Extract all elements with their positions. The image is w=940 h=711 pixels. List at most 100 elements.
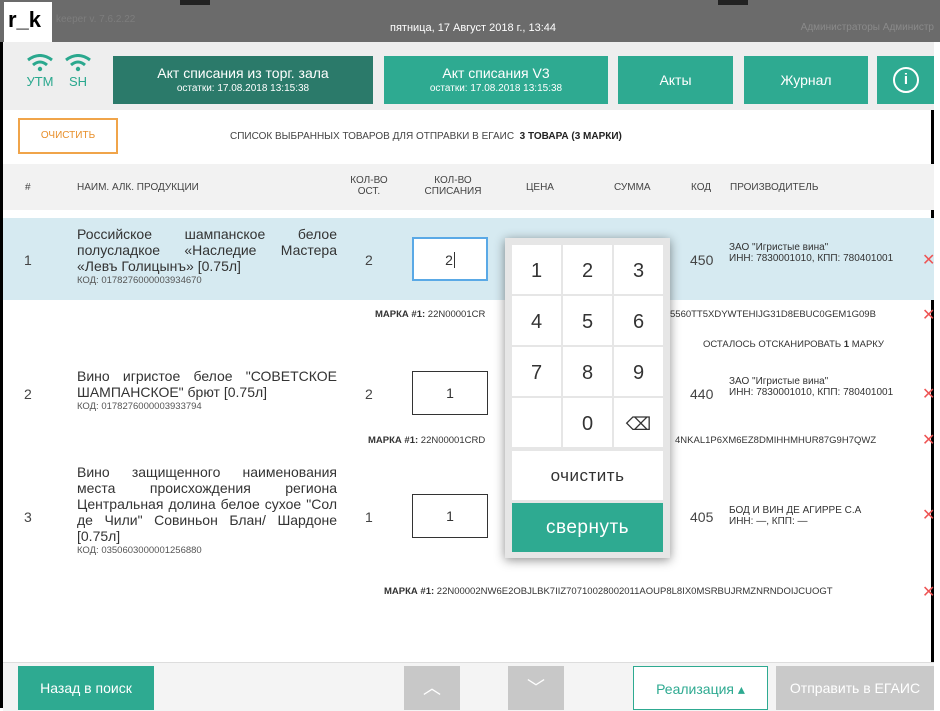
back-to-search-button[interactable]: Назад в поиск	[18, 666, 154, 710]
list-caption: СПИСОК ВЫБРАННЫХ ТОВАРОВ ДЛЯ ОТПРАВКИ В …	[230, 131, 622, 142]
qty-input[interactable]: 1	[412, 371, 488, 415]
nav-act-v3-button[interactable]: Акт списания V3 остатки: 17.08.2018 13:1…	[384, 56, 608, 104]
row-rest: 2	[365, 252, 373, 268]
nav-act-hall-sub: остатки: 17.08.2018 13:15:38	[176, 83, 310, 94]
row-product: Вино защищенного наименования места прои…	[77, 464, 337, 556]
row-producer: ЗАО "Игристые вина" ИНН: 7830001010, КПП…	[729, 242, 919, 264]
key-3[interactable]: 3	[614, 245, 663, 294]
row-product: Российское шампанское белое полусладкое …	[77, 226, 337, 286]
remove-mark-icon[interactable]: ✕	[922, 305, 935, 325]
nav-journal-button[interactable]: Журнал	[744, 56, 868, 104]
producer-name: ЗАО "Игристые вина"	[729, 376, 829, 387]
nav-acts-button[interactable]: Акты	[618, 56, 733, 104]
col-rest: КОЛ-ВО ОСТ.	[344, 175, 394, 197]
row-producer: БОД И ВИН ДЕ АГИРРЕ С.А ИНН: —, КПП: —	[729, 505, 919, 527]
key-blank	[512, 398, 561, 447]
table-header: # НАИМ. АЛК. ПРОДУКЦИИ КОЛ-ВО ОСТ. КОЛ-В…	[3, 164, 934, 210]
nav-act-hall-button[interactable]: Акт списания из торг. зала остатки: 17.0…	[113, 56, 373, 104]
row-num: 3	[24, 509, 32, 525]
key-6[interactable]: 6	[614, 296, 663, 345]
row-num: 2	[24, 386, 32, 402]
nav-acts-label: Акты	[659, 72, 692, 88]
mark-code-end: 4NKAL1P6XM6EZ8DMIHHMHUR87G9H7QWZ	[675, 435, 877, 446]
app-logo: r_k	[4, 2, 52, 42]
key-1[interactable]: 1	[512, 245, 561, 294]
remove-mark-icon[interactable]: ✕	[922, 582, 935, 602]
remove-row-icon[interactable]: ✕	[922, 384, 935, 404]
row-producer: ЗАО "Игристые вина" ИНН: 7830001010, КПП…	[729, 376, 919, 398]
datetime: пятница, 17 Август 2018 г., 13:44	[390, 22, 557, 34]
nav-act-v3-sub: остатки: 17.08.2018 13:15:38	[429, 83, 563, 94]
key-2[interactable]: 2	[563, 245, 612, 294]
remaining-pre: ОСТАЛОСЬ ОТСКАНИРОВАТЬ	[703, 339, 842, 350]
mark-code-start: 22N00001CRD	[420, 435, 486, 446]
clear-list-button[interactable]: ОЧИСТИТЬ	[18, 118, 118, 154]
remove-row-icon[interactable]: ✕	[922, 505, 935, 525]
col-writeoff-line2: СПИСАНИЯ	[424, 186, 482, 197]
product-name: Вино игристое белое "СОВЕТСКОЕ ШАМПАНСКО…	[77, 368, 337, 400]
producer-name: БОД И ВИН ДЕ АГИРРЕ С.А	[729, 505, 862, 516]
utm-status[interactable]: УТМ	[22, 54, 58, 89]
remove-row-icon[interactable]: ✕	[922, 250, 935, 270]
key-0[interactable]: 0	[563, 398, 612, 447]
nav-act-hall-title: Акт списания из торг. зала	[157, 65, 329, 81]
app-version: keeper v. 7.6.2.22	[56, 14, 136, 25]
backspace-icon[interactable]: ⌫	[614, 398, 663, 447]
qty-input[interactable]: 2	[412, 237, 488, 281]
row-alc-code: 440	[690, 386, 714, 402]
wifi-icon	[27, 54, 53, 72]
mark-code: 22N00002NW6E2OBJLBK7IIZ70710028002011AOU…	[436, 586, 833, 597]
qty-value: 2	[445, 252, 453, 268]
product-name: Вино защищенного наименования места прои…	[77, 464, 337, 544]
list-caption-count: 3 ТОВАРА (3 МАРКИ)	[519, 131, 622, 142]
send-egais-button[interactable]: Отправить в ЕГАИС	[776, 666, 934, 710]
col-price: ЦЕНА	[526, 182, 554, 193]
mark-line: МАРКА #1: 22N00002NW6E2OBJLBK7IIZ7071002…	[384, 586, 833, 597]
sales-dropdown-button[interactable]: Реализация ▴	[633, 666, 768, 710]
sh-status[interactable]: SH	[60, 54, 96, 89]
remaining-post: МАРКУ	[851, 339, 884, 350]
list-caption-text: СПИСОК ВЫБРАННЫХ ТОВАРОВ ДЛЯ ОТПРАВКИ В …	[230, 131, 515, 142]
key-8[interactable]: 8	[563, 347, 612, 396]
mark-label: МАРКА #1:	[375, 309, 426, 320]
col-name: НАИМ. АЛК. ПРОДУКЦИИ	[77, 182, 199, 193]
wifi-icon	[65, 54, 91, 72]
info-button[interactable]: i	[877, 56, 934, 104]
keypad-clear-button[interactable]: очистить	[512, 451, 663, 500]
scroll-down-button[interactable]: ﹀	[508, 666, 564, 710]
row-alc-code: 405	[690, 509, 714, 525]
col-rest-line2: ОСТ.	[357, 186, 381, 197]
key-5[interactable]: 5	[563, 296, 612, 345]
titlebar-decoration	[718, 0, 748, 5]
nav-journal-label: Журнал	[780, 72, 832, 88]
col-num: #	[25, 182, 31, 193]
mark-line-start: МАРКА #1: 22N00001CRD	[368, 435, 485, 446]
col-rest-line1: КОЛ-ВО	[350, 175, 388, 186]
numeric-keypad: 1 2 3 4 5 6 7 8 9 0 ⌫ очистить свернуть	[505, 238, 670, 558]
key-9[interactable]: 9	[614, 347, 663, 396]
product-code: КОД: 0178276000003933794	[77, 401, 202, 412]
title-bar: r_k keeper v. 7.6.2.22 пятница, 17 Авгус…	[0, 0, 940, 42]
col-producer: ПРОИЗВОДИТЕЛЬ	[730, 182, 819, 193]
scroll-up-button[interactable]: ︿	[404, 666, 460, 710]
mark-code-end: 5560TT5XDYWTEHIJG31D8EBUC0GEM1G09B	[670, 309, 876, 320]
col-sum: СУММА	[614, 182, 651, 193]
nav-act-v3-title: Акт списания V3	[442, 65, 550, 81]
producer-ids: ИНН: 7830001010, КПП: 780401001	[729, 253, 894, 264]
key-4[interactable]: 4	[512, 296, 561, 345]
info-icon: i	[893, 67, 919, 93]
remaining-scan: ОСТАЛОСЬ ОТСКАНИРОВАТЬ 1 МАРКУ	[703, 339, 884, 350]
row-rest: 2	[365, 386, 373, 402]
product-code: КОД: 0350603000001256880	[77, 545, 202, 556]
producer-name: ЗАО "Игристые вина"	[729, 242, 829, 253]
qty-input[interactable]: 1	[412, 494, 488, 538]
row-num: 1	[24, 252, 32, 268]
producer-ids: ИНН: —, КПП: —	[729, 516, 808, 527]
user-name: Администраторы Администр	[800, 22, 934, 33]
row-alc-code: 450	[690, 252, 714, 268]
remove-mark-icon[interactable]: ✕	[922, 430, 935, 450]
row-rest: 1	[365, 509, 373, 525]
keypad-collapse-button[interactable]: свернуть	[512, 503, 663, 552]
key-7[interactable]: 7	[512, 347, 561, 396]
product-code: КОД: 0178276000003934670	[77, 275, 202, 286]
